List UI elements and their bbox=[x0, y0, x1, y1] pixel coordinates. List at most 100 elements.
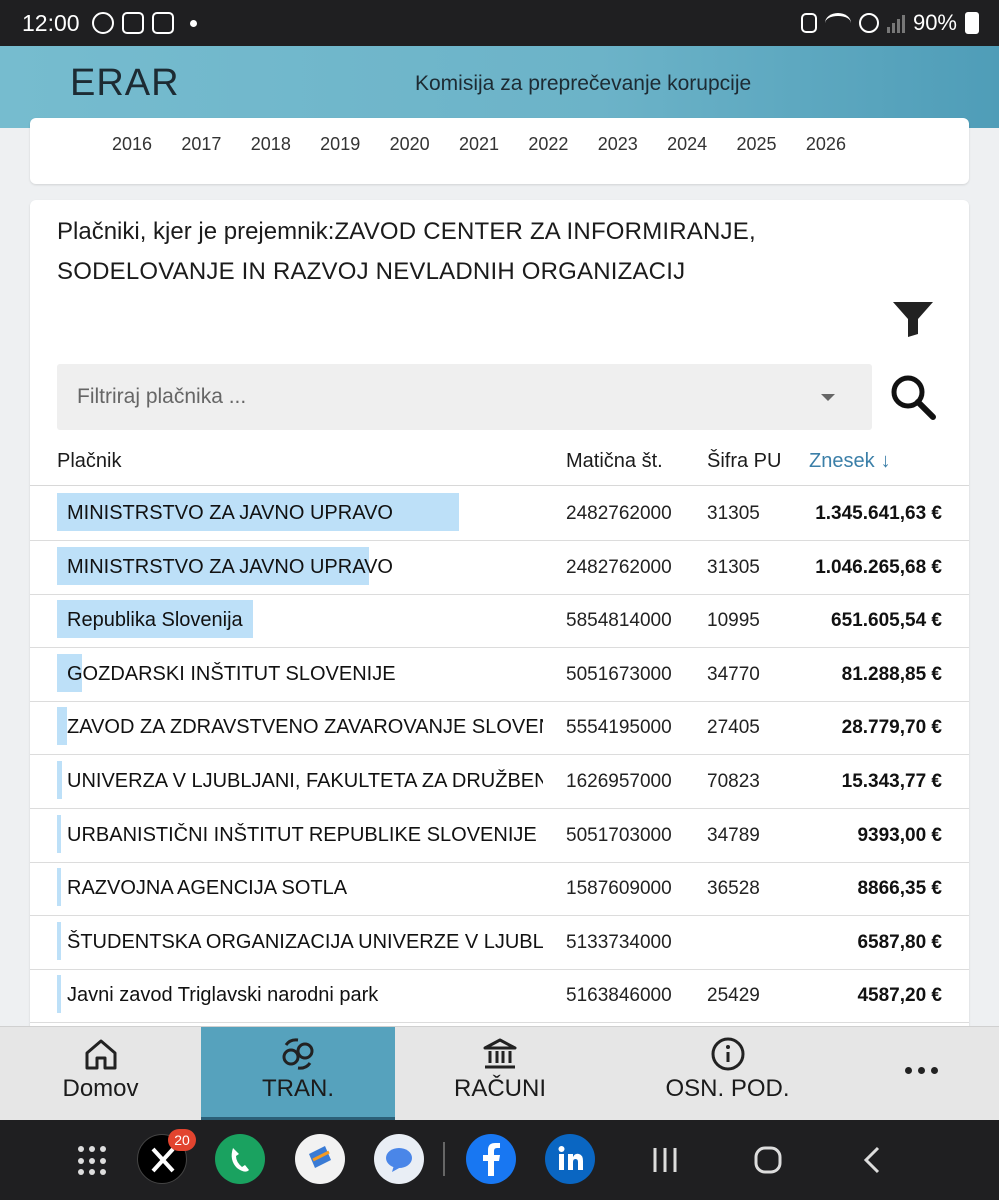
budget-user-code: 34770 bbox=[707, 663, 760, 685]
messages-app-icon[interactable] bbox=[374, 1134, 424, 1184]
amount: 6587,80 € bbox=[857, 931, 942, 953]
year-axis: 2016 2017 2018 2019 2020 2021 2022 2023 … bbox=[112, 134, 875, 155]
payer-filter-select[interactable] bbox=[57, 364, 872, 430]
home-button-icon[interactable] bbox=[748, 1140, 788, 1180]
table-row[interactable]: UNIVERZA V LJUBLJANI, FAKULTETA ZA DRUŽB… bbox=[30, 755, 969, 809]
payer-name[interactable]: ŠTUDENTSKA ORGANIZACIJA UNIVERZE V LJUBL… bbox=[67, 916, 543, 969]
registration-number: 5133734000 bbox=[566, 931, 672, 953]
more-notifications-dot-icon bbox=[190, 19, 197, 27]
battery-saver-icon bbox=[800, 13, 817, 33]
info-icon bbox=[711, 1037, 744, 1071]
system-dock bbox=[0, 1120, 999, 1200]
table-row[interactable]: Javni zavod Triglavski narodni park 51638… bbox=[30, 969, 969, 1024]
table-row[interactable]: URBANISTIČNI INŠTITUT REPUBLIKE SLOVENIJ… bbox=[30, 809, 969, 863]
payer-name[interactable]: Republika Slovenija bbox=[67, 594, 543, 647]
payer-name[interactable]: UNIVERZA V LJUBLJANI, FAKULTETA ZA DRUŽB… bbox=[67, 755, 543, 808]
year-label[interactable]: 2020 bbox=[390, 134, 459, 155]
year-label[interactable]: 2019 bbox=[320, 134, 389, 155]
column-header-mat[interactable]: Matična št. bbox=[566, 450, 663, 473]
payer-name[interactable]: RAZVOJNA AGENCIJA SOTLA bbox=[67, 862, 543, 915]
app-logo[interactable]: ERAR bbox=[70, 62, 180, 105]
column-header-amount[interactable]: Znesek ↓ bbox=[809, 450, 891, 473]
filter-icon[interactable] bbox=[892, 300, 934, 338]
home-icon bbox=[85, 1039, 116, 1070]
column-header-payer[interactable]: Plačnik bbox=[57, 450, 121, 473]
registration-number: 1626957000 bbox=[566, 771, 672, 792]
payer-name[interactable]: MINISTRSTVO ZA JAVNO UPRAVO bbox=[67, 487, 543, 540]
files-app-icon[interactable] bbox=[295, 1134, 345, 1184]
payer-name[interactable]: GOZDARSKI INŠTITUT SLOVENIJE bbox=[67, 648, 543, 701]
year-label[interactable]: 2018 bbox=[251, 134, 320, 155]
amount: 28.779,70 € bbox=[841, 717, 942, 739]
column-header-sifra[interactable]: Šifra PU bbox=[707, 450, 781, 473]
registration-number: 2482762000 bbox=[566, 556, 672, 578]
payer-name[interactable]: URBANISTIČNI INŠTITUT REPUBLIKE SLOVENIJ… bbox=[67, 809, 543, 862]
registration-number: 5051703000 bbox=[566, 824, 672, 846]
payer-filter-input[interactable] bbox=[57, 364, 827, 430]
amount: 9393,00 € bbox=[857, 824, 942, 846]
check-notification-icon bbox=[122, 12, 144, 34]
registration-number: 2482762000 bbox=[566, 503, 672, 524]
budget-user-code: 31305 bbox=[707, 556, 760, 578]
table-row[interactable]: MINISTRSTVO ZA JAVNO UPRAVO 2482762000 313… bbox=[30, 487, 969, 541]
amount: 15.343,77 € bbox=[841, 771, 942, 792]
budget-user-code: 25429 bbox=[707, 985, 760, 1007]
nav-label-basic-data: OSN. POD. bbox=[665, 1075, 790, 1102]
bank-icon bbox=[483, 1038, 517, 1069]
table-row[interactable]: ŠTUDENTSKA ORGANIZACIJA UNIVERZE V LJUBL… bbox=[30, 916, 969, 970]
phone-app-icon[interactable] bbox=[215, 1134, 265, 1184]
wifi-icon bbox=[824, 13, 851, 33]
amount: 4587,20 € bbox=[857, 985, 942, 1007]
table-header: Plačnik Matična št. Šifra PU Znesek ↓ bbox=[30, 436, 969, 486]
budget-user-code: 31305 bbox=[707, 503, 760, 524]
back-button-icon[interactable] bbox=[852, 1140, 892, 1180]
payers-card: Plačniki, kjer je prejemnik:ZAVOD CENTER… bbox=[30, 200, 969, 1030]
nav-item-home[interactable]: Domov bbox=[0, 1027, 201, 1121]
year-label[interactable]: 2016 bbox=[112, 134, 181, 155]
year-label[interactable]: 2021 bbox=[459, 134, 528, 155]
year-label[interactable]: 2026 bbox=[806, 134, 875, 155]
viber-notification-icon bbox=[92, 12, 114, 34]
signal-icon bbox=[886, 13, 905, 33]
table-row[interactable]: ZAVOD ZA ZDRAVSTVENO ZAVAROVANJE SLOVENI… bbox=[30, 701, 969, 756]
table-row[interactable]: GOZDARSKI INŠTITUT SLOVENIJE 5051673000 34… bbox=[30, 648, 969, 702]
amount: 8866,35 € bbox=[857, 878, 942, 900]
recent-apps-icon[interactable] bbox=[645, 1140, 685, 1180]
column-header-amount-label: Znesek bbox=[809, 450, 875, 472]
budget-user-code: 36528 bbox=[707, 878, 760, 900]
nav-item-basic-data[interactable]: OSN. POD. bbox=[620, 1027, 835, 1121]
search-icon[interactable] bbox=[888, 372, 938, 422]
year-label[interactable]: 2023 bbox=[598, 134, 667, 155]
year-label[interactable]: 2025 bbox=[737, 134, 806, 155]
wifi-call-icon bbox=[858, 13, 879, 33]
nav-item-transactions[interactable]: TRAN. bbox=[201, 1027, 395, 1121]
payer-name[interactable]: MINISTRSTVO ZA JAVNO UPRAVO bbox=[67, 541, 543, 594]
nav-label-transactions: TRAN. bbox=[262, 1075, 334, 1102]
app-header: ERAR Komisija za preprečevanje korupcije bbox=[0, 46, 999, 128]
more-options-icon[interactable] bbox=[905, 1067, 938, 1074]
payer-name[interactable]: Javni zavod Triglavski narodni park bbox=[67, 969, 543, 1022]
payer-name[interactable]: ZAVOD ZA ZDRAVSTVENO ZAVAROVANJE SLOVENI… bbox=[67, 701, 543, 754]
year-label[interactable]: 2017 bbox=[181, 134, 250, 155]
sort-down-arrow-icon: ↓ bbox=[880, 450, 891, 472]
amount-share-bar bbox=[57, 707, 68, 746]
transactions-exchange-icon bbox=[282, 1038, 314, 1070]
amount-share-bar bbox=[57, 921, 61, 960]
table-row[interactable]: Republika Slovenija 5854814000 10995 651.60… bbox=[30, 594, 969, 649]
status-time: 12:00 bbox=[22, 10, 80, 36]
budget-user-code: 10995 bbox=[707, 610, 760, 632]
battery-icon bbox=[965, 12, 979, 34]
linkedin-app-icon[interactable] bbox=[545, 1134, 595, 1184]
app-drawer-icon[interactable] bbox=[78, 1146, 108, 1176]
nav-label-accounts: RAČUNI bbox=[453, 1075, 546, 1102]
chevron-down-icon[interactable] bbox=[821, 394, 835, 401]
table-row[interactable]: MINISTRSTVO ZA JAVNO UPRAVO 2482762000 313… bbox=[30, 541, 969, 595]
bottom-navigation: Domov TRAN. RAČUNI OSN. POD. bbox=[0, 1026, 999, 1121]
year-label[interactable]: 2022 bbox=[528, 134, 597, 155]
facebook-app-icon[interactable] bbox=[466, 1134, 516, 1184]
amount-share-bar bbox=[57, 868, 61, 907]
amount-share-bar bbox=[57, 761, 63, 799]
nav-item-accounts[interactable]: RAČUNI bbox=[400, 1027, 600, 1121]
table-row[interactable]: RAZVOJNA AGENCIJA SOTLA 1587609000 36528 88… bbox=[30, 862, 969, 917]
year-label[interactable]: 2024 bbox=[667, 134, 736, 155]
